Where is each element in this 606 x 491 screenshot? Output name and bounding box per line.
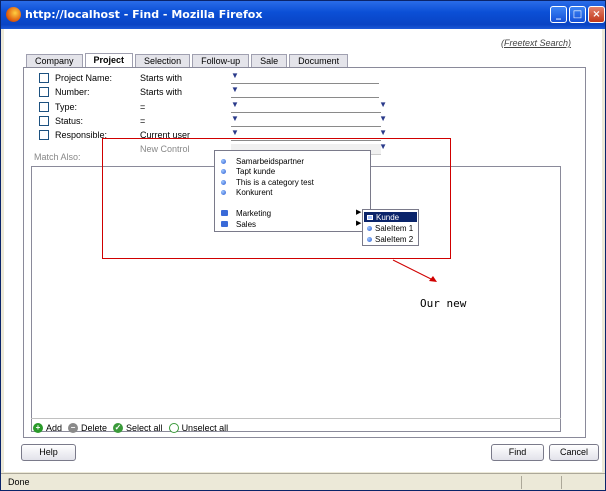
chevron-down-icon: ▼ — [231, 85, 239, 94]
criteria-label: Responsible: — [55, 130, 108, 140]
criteria-label: Number: — [55, 87, 90, 97]
close-button[interactable]: × — [588, 6, 605, 23]
annotation-highlight-box — [102, 138, 451, 259]
delete-label: Delete — [81, 422, 108, 433]
window-title: http://localhost - Find - Mozilla Firefo… — [25, 8, 263, 21]
tab-bar: Company Project Selection Follow-up Sale… — [26, 53, 350, 67]
criteria-operator: = — [140, 116, 146, 126]
criteria-label: Type: — [55, 102, 78, 112]
chevron-down-icon: ▼ — [379, 114, 387, 123]
tab-document[interactable]: Document — [289, 54, 349, 67]
add-label: Add — [46, 422, 63, 433]
unselect-all-label: Unselect all — [181, 422, 229, 433]
chevron-down-icon: ▼ — [231, 114, 239, 123]
chevron-down-icon: ▼ — [231, 100, 239, 109]
criteria-operator: Starts with — [140, 87, 183, 97]
tab-sale[interactable]: Sale — [251, 54, 288, 67]
add-button[interactable]: + Add — [33, 422, 63, 433]
freetext-search-link[interactable]: (Freetext Search) — [501, 38, 571, 48]
help-button[interactable]: Help — [21, 444, 76, 461]
number-checkbox[interactable] — [39, 87, 49, 97]
plus-icon: + — [33, 422, 43, 433]
select-all-button[interactable]: ✓ Select all — [113, 422, 163, 433]
project-name-checkbox[interactable] — [39, 73, 49, 83]
tab-project[interactable]: Project — [84, 53, 134, 67]
list-toolbar: + Add − Delete ✓ Select all Unselect all — [31, 418, 561, 436]
criteria-operator: = — [140, 102, 146, 112]
criteria-label: Project Name: — [55, 73, 113, 83]
tab-company[interactable]: Company — [26, 54, 83, 67]
firefox-icon — [6, 7, 21, 22]
criteria-label: Status: — [55, 116, 84, 126]
check-icon: ✓ — [113, 422, 124, 433]
status-text: Done — [8, 477, 30, 487]
status-bar: Done — [1, 473, 605, 490]
find-button[interactable]: Find — [491, 444, 544, 461]
type-select[interactable]: ▼ ▼ — [231, 100, 387, 113]
status-checkbox[interactable] — [39, 116, 49, 126]
tab-follow-up[interactable]: Follow-up — [192, 54, 250, 67]
status-divider — [561, 476, 562, 489]
criteria-operator: Starts with — [140, 73, 183, 83]
maximize-button[interactable]: □ — [569, 6, 586, 23]
tab-selection[interactable]: Selection — [135, 54, 191, 67]
status-select[interactable]: ▼ ▼ — [231, 114, 387, 127]
page-content: (Freetext Search) Company Project Select… — [4, 29, 602, 472]
browser-window: http://localhost - Find - Mozilla Firefo… — [0, 0, 606, 491]
minimize-button[interactable]: _ — [550, 6, 567, 23]
select-all-label: Select all — [126, 422, 163, 433]
annotation-arrow — [392, 259, 437, 282]
annotation-text: Our new — [420, 297, 467, 310]
chevron-down-icon: ▼ — [379, 100, 387, 109]
match-also-label: Match Also: — [34, 152, 81, 162]
chevron-down-icon: ▼ — [379, 128, 387, 137]
empty-circle-icon — [168, 422, 179, 433]
delete-button[interactable]: − Delete — [68, 422, 108, 433]
chevron-down-icon: ▼ — [231, 128, 239, 137]
minus-icon: − — [68, 422, 79, 433]
number-input[interactable]: ▼ — [231, 85, 379, 98]
cancel-button[interactable]: Cancel — [549, 444, 599, 461]
title-bar: http://localhost - Find - Mozilla Firefo… — [1, 1, 605, 29]
chevron-down-icon: ▼ — [231, 71, 239, 80]
project-name-input[interactable]: ▼ — [231, 71, 379, 84]
type-checkbox[interactable] — [39, 102, 49, 112]
responsible-checkbox[interactable] — [39, 130, 49, 140]
unselect-all-button[interactable]: Unselect all — [168, 422, 229, 433]
status-divider — [521, 476, 522, 489]
